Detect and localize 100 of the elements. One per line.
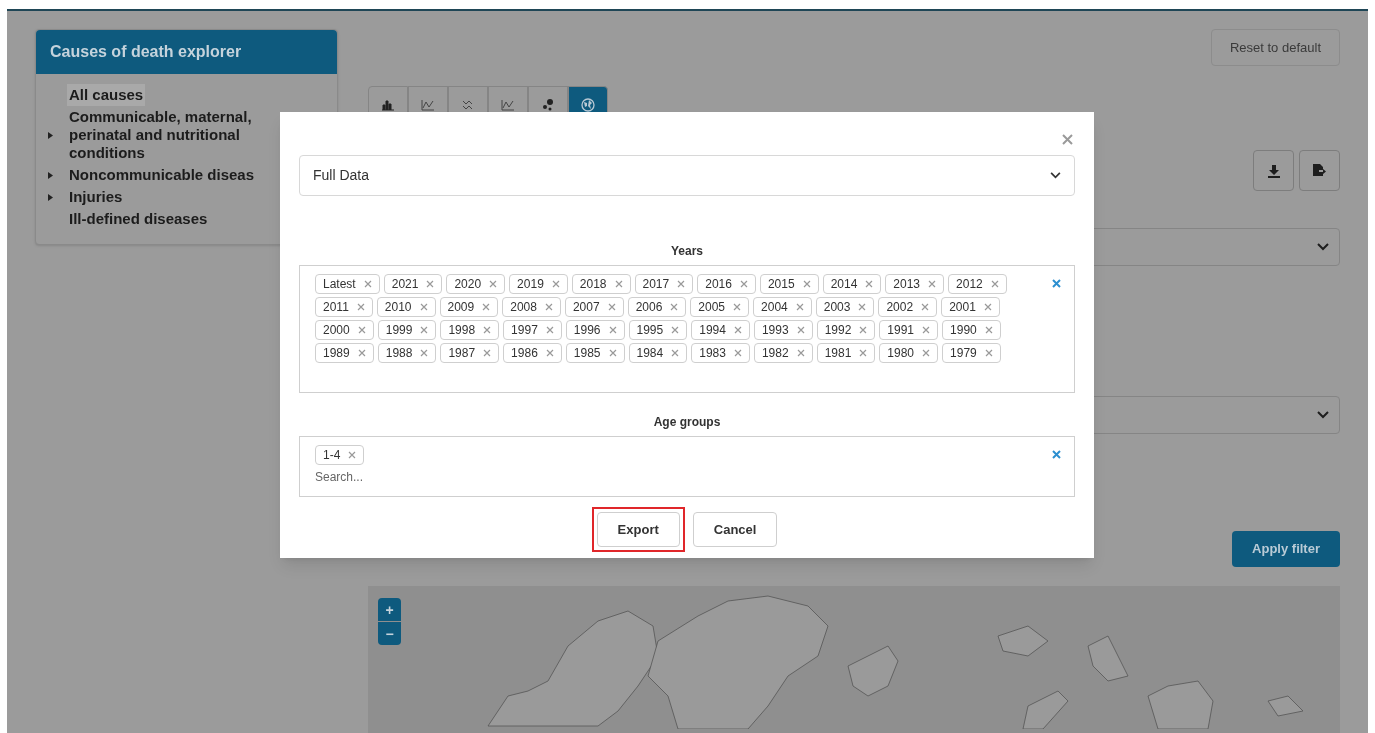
expand-arrow-icon[interactable]: [48, 131, 53, 139]
tag-label: 2008: [510, 301, 537, 313]
expand-arrow-icon[interactable]: [48, 193, 53, 201]
tag-label: 2002: [886, 301, 914, 313]
bubble-chart-icon: [541, 98, 555, 112]
tag-label: 1979: [950, 347, 977, 359]
close-icon[interactable]: [1062, 134, 1073, 145]
tree-item[interactable]: All causes: [67, 84, 146, 106]
remove-icon[interactable]: [420, 349, 429, 357]
tag-label: 1998: [448, 324, 476, 336]
tag-label: 2014: [830, 278, 858, 290]
remove-icon[interactable]: [607, 303, 616, 311]
remove-icon[interactable]: [921, 303, 930, 311]
remove-icon[interactable]: [796, 326, 805, 334]
tag-label: 1982: [761, 347, 789, 359]
remove-icon[interactable]: [796, 349, 805, 357]
tag-label: 1997: [511, 324, 538, 336]
tag-label: 1987: [448, 347, 476, 359]
clear-icon[interactable]: [1052, 279, 1061, 288]
remove-icon[interactable]: [482, 303, 491, 311]
years-label: Years: [669, 243, 704, 260]
remove-icon[interactable]: [614, 280, 623, 288]
remove-icon[interactable]: [419, 303, 428, 311]
remove-icon[interactable]: [489, 280, 498, 288]
remove-icon[interactable]: [859, 326, 868, 334]
zoom-out-button[interactable]: −: [378, 622, 401, 645]
export-file-button[interactable]: [1299, 150, 1340, 191]
remove-icon[interactable]: [357, 326, 366, 334]
remove-icon[interactable]: [983, 303, 992, 311]
remove-icon[interactable]: [356, 303, 365, 311]
remove-icon[interactable]: [671, 349, 680, 357]
tree-item[interactable]: Noncommunicable diseas: [67, 164, 257, 186]
format-select[interactable]: Full Data: [299, 155, 1075, 196]
tag-label: 1990: [950, 324, 977, 336]
remove-icon[interactable]: [922, 326, 931, 334]
reset-button[interactable]: Reset to default: [1210, 29, 1340, 66]
chevron-down-icon: [1317, 243, 1329, 251]
remove-icon[interactable]: [420, 326, 429, 334]
clear-icon[interactable]: [1052, 450, 1061, 459]
search-input[interactable]: Search...: [315, 468, 515, 486]
remove-icon[interactable]: [671, 326, 680, 334]
remove-icon[interactable]: [363, 280, 372, 288]
remove-icon[interactable]: [795, 303, 804, 311]
remove-icon[interactable]: [483, 349, 492, 357]
tag-label: 2001: [949, 301, 976, 313]
tag-label: 2004: [761, 301, 788, 313]
tag-label: 2003: [823, 301, 851, 313]
remove-icon[interactable]: [802, 280, 811, 288]
remove-icon[interactable]: [922, 349, 931, 357]
remove-icon[interactable]: [545, 326, 554, 334]
download-icon: [1266, 163, 1281, 178]
remove-icon[interactable]: [551, 280, 560, 288]
tag-label: 1994: [699, 324, 726, 336]
remove-icon[interactable]: [357, 349, 366, 357]
tag-label: 1981: [824, 347, 852, 359]
tag-label: 1999: [385, 324, 413, 336]
years-field[interactable]: [299, 265, 1075, 393]
tag-label: 2012: [956, 278, 983, 290]
remove-icon[interactable]: [608, 349, 617, 357]
tree-item[interactable]: Injuries: [67, 186, 125, 208]
line-chart-icon: [501, 98, 515, 112]
age-groups-field[interactable]: 1-4 Search...: [299, 436, 1075, 497]
tag-label: 1996: [573, 324, 601, 336]
remove-icon[interactable]: [483, 326, 492, 334]
remove-icon[interactable]: [670, 303, 679, 311]
tag-label: 2017: [642, 278, 670, 290]
remove-icon[interactable]: [733, 326, 742, 334]
remove-icon[interactable]: [733, 303, 742, 311]
remove-icon[interactable]: [865, 280, 874, 288]
chevron-down-icon: [1050, 172, 1061, 179]
apply-filter-button[interactable]: Apply filter: [1232, 531, 1340, 567]
tag-label: 1992: [824, 324, 852, 336]
tag-label: 1985: [573, 347, 601, 359]
tag-label: 1980: [887, 347, 915, 359]
remove-icon[interactable]: [858, 303, 867, 311]
tag-label: 2013: [893, 278, 921, 290]
remove-icon[interactable]: [984, 349, 993, 357]
tag-label: 2015: [767, 278, 795, 290]
remove-icon[interactable]: [739, 280, 748, 288]
remove-icon[interactable]: [928, 280, 937, 288]
remove-icon[interactable]: [544, 303, 553, 311]
tag-label: 2006: [635, 301, 663, 313]
remove-icon[interactable]: [859, 349, 868, 357]
remove-icon[interactable]: [990, 280, 999, 288]
remove-icon[interactable]: [348, 451, 357, 459]
remove-icon[interactable]: [426, 280, 435, 288]
dialog-button[interactable]: Export: [596, 512, 680, 547]
remove-icon[interactable]: [733, 349, 742, 357]
tree-item[interactable]: Communicable, maternal, perinatal and nutritional conditions: [67, 106, 282, 164]
remove-icon[interactable]: [545, 349, 554, 357]
remove-icon[interactable]: [984, 326, 993, 334]
line-chart-icon: [421, 98, 435, 112]
expand-arrow-icon[interactable]: [48, 171, 53, 179]
map-chart-icon: [581, 98, 595, 112]
download-button[interactable]: [1253, 150, 1294, 191]
remove-icon[interactable]: [608, 326, 617, 334]
tree-item[interactable]: Ill-defined diseases: [67, 208, 210, 230]
remove-icon[interactable]: [677, 280, 686, 288]
dialog-button[interactable]: Cancel: [692, 512, 778, 547]
zoom-in-button[interactable]: +: [378, 598, 401, 621]
